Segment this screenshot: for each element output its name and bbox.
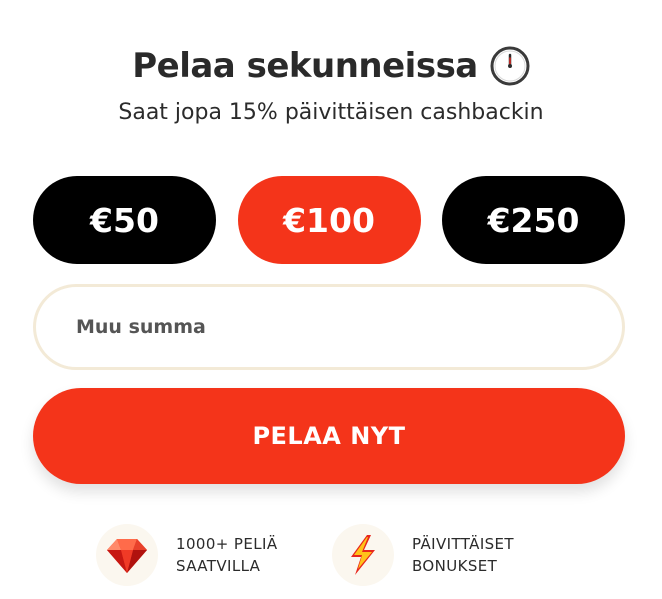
custom-amount-field[interactable] — [33, 284, 625, 370]
amount-button-250[interactable]: €250 — [442, 176, 625, 264]
feature-games-line1: 1000+ PELIÄ — [176, 535, 278, 553]
gem-icon — [96, 524, 158, 586]
amount-button-100[interactable]: €100 — [237, 176, 421, 264]
custom-amount-input[interactable] — [74, 315, 622, 339]
feature-bonus-text: PÄIVITTÄISET BONUKSET — [412, 533, 514, 577]
play-now-button[interactable]: PELAA NYT — [33, 388, 625, 484]
page-subtitle: Saat jopa 15% päivittäisen cashbackin — [118, 100, 544, 125]
feature-games-text: 1000+ PELIÄ SAATVILLA — [176, 533, 277, 577]
feature-games: 1000+ PELIÄ SAATVILLA — [96, 524, 277, 586]
feature-list: 1000+ PELIÄ SAATVILLA PÄIVITTÄISET BONUK… — [0, 524, 662, 594]
lightning-icon — [332, 524, 394, 586]
feature-bonus-line2: BONUKSET — [412, 557, 498, 575]
feature-games-line2: SAATVILLA — [176, 557, 261, 575]
feature-bonus: PÄIVITTÄISET BONUKSET — [332, 524, 514, 586]
amount-options: €50 €100 €250 — [33, 176, 625, 264]
amount-button-50[interactable]: €50 — [33, 176, 216, 264]
clock-icon — [490, 46, 530, 86]
header: Pelaa sekunneissa — [0, 44, 662, 88]
page-title: Pelaa sekunneissa — [132, 46, 478, 86]
feature-bonus-line1: PÄIVITTÄISET — [412, 535, 514, 553]
